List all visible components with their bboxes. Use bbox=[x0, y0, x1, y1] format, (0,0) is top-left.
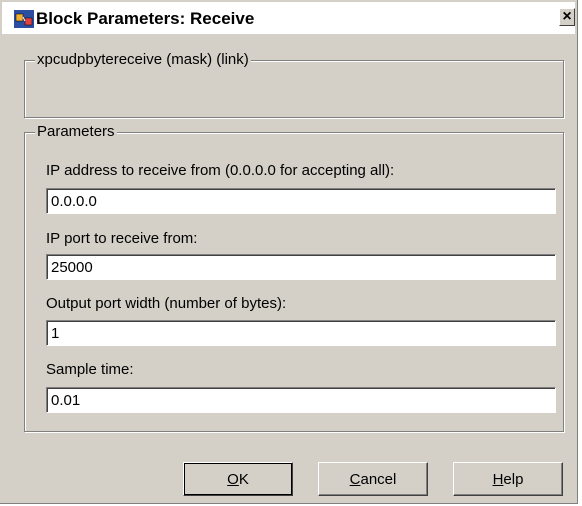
cancel-label-rest: ancel bbox=[360, 470, 397, 488]
close-icon: × bbox=[562, 8, 572, 25]
sample-time-input[interactable] bbox=[46, 387, 556, 413]
ip-port-label: IP port to receive from: bbox=[46, 230, 198, 247]
output-port-width-input[interactable] bbox=[46, 320, 556, 346]
mask-groupbox-legend: xpcudpbytereceive (mask) (link) bbox=[35, 51, 251, 69]
ok-label-rest: K bbox=[238, 470, 249, 488]
help-mnemonic: H bbox=[492, 470, 504, 488]
mask-groupbox: xpcudpbytereceive (mask) (link) bbox=[24, 51, 564, 118]
simulink-block-icon bbox=[14, 10, 34, 28]
sample-time-label: Sample time: bbox=[46, 361, 134, 378]
title-bar[interactable]: Block Parameters: Receive × bbox=[2, 2, 575, 34]
window-title: Block Parameters: Receive bbox=[36, 9, 255, 28]
block-parameters-dialog: Block Parameters: Receive × xpcudpbytere… bbox=[0, 0, 578, 504]
close-button[interactable]: × bbox=[559, 8, 575, 26]
ip-address-label: IP address to receive from (0.0.0.0 for … bbox=[46, 162, 395, 179]
help-button[interactable]: Help bbox=[453, 462, 563, 496]
cancel-button[interactable]: Cancel bbox=[318, 462, 428, 496]
help-label-rest: elp bbox=[503, 470, 524, 488]
ok-button[interactable]: OK bbox=[183, 462, 293, 496]
ip-address-input[interactable] bbox=[46, 188, 556, 214]
parameters-groupbox-legend: Parameters bbox=[35, 123, 117, 141]
ip-port-input[interactable] bbox=[46, 254, 556, 280]
output-port-width-label: Output port width (number of bytes): bbox=[46, 295, 287, 312]
ok-mnemonic: O bbox=[227, 470, 239, 488]
cancel-mnemonic: C bbox=[349, 470, 361, 488]
